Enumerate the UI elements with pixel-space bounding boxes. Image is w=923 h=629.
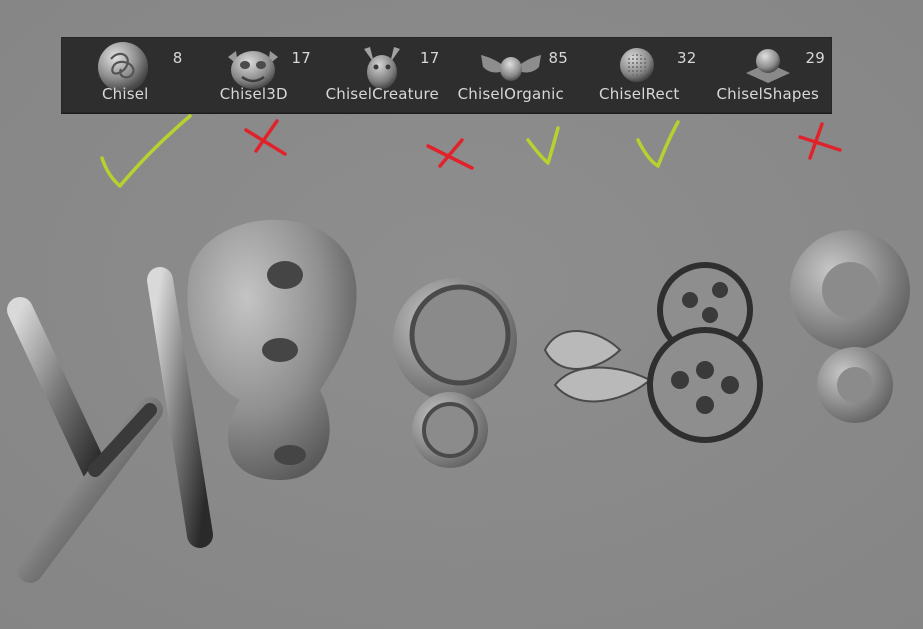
chiselrect-stroke-sample — [647, 262, 763, 443]
chisel3d-stroke-sample — [187, 219, 357, 480]
chiselcreature-stroke-sample — [393, 278, 517, 468]
chiselshapes-stroke-sample — [790, 230, 910, 423]
sculpt-strokes — [7, 219, 910, 583]
chisel-stroke-sample — [7, 267, 213, 583]
chiselorganic-stroke-sample — [543, 330, 652, 403]
